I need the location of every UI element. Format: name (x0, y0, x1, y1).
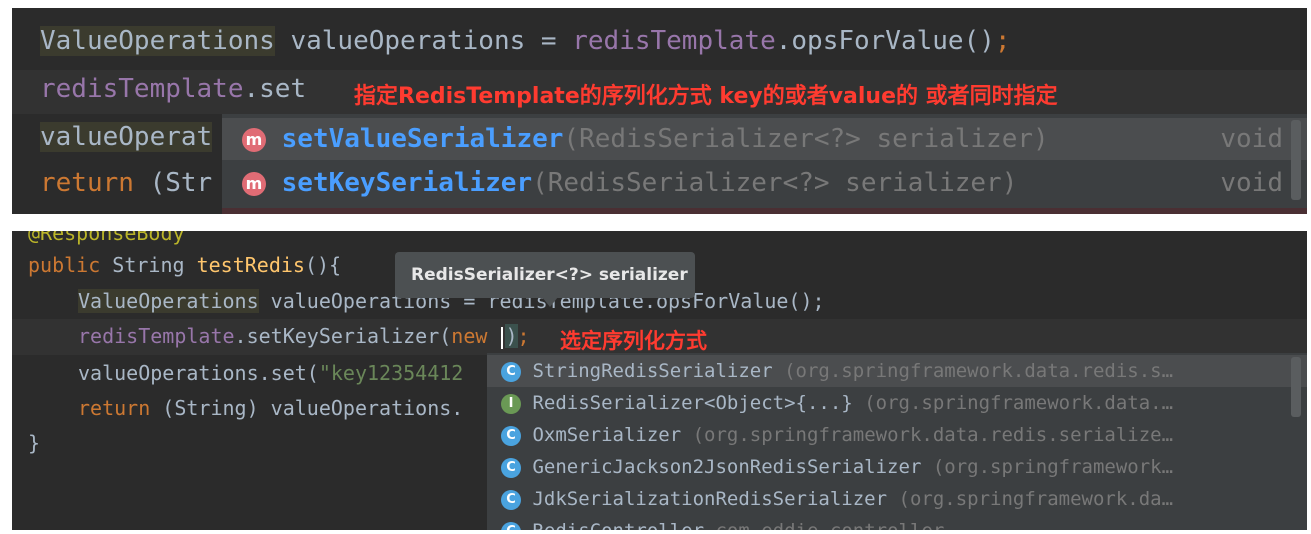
text-caret (501, 326, 504, 349)
method-icon: m (242, 127, 266, 152)
annotation-text-top: 指定RedisTemplate的序列化方式 key的或者value的 或者同时指… (354, 84, 1058, 109)
completion-item[interactable]: C RedisController com.eddie.controller (487, 515, 1307, 530)
completion-item-partial (222, 208, 1307, 214)
code-line-value-set[interactable]: valueOperations.set("key12354412 (78, 361, 463, 385)
class-icon: C (501, 489, 521, 510)
code-line-redis-template-set[interactable]: redisTemplate.set (40, 74, 306, 104)
completion-popup-top: m setValueSerializer(RedisSerializer<?> … (222, 114, 1307, 214)
code-line-method-signature[interactable]: public String testRedis(){ (28, 253, 341, 277)
completion-item[interactable]: I RedisSerializer<Object>{...} (org.spri… (487, 387, 1307, 419)
method-icon: m (242, 171, 266, 196)
class-icon: C (501, 521, 521, 530)
class-icon: C (501, 457, 521, 478)
class-icon: C (501, 425, 521, 446)
parameter-info-tooltip: RedisSerializer<?> serializer (395, 252, 695, 298)
editor-panel-top: ValueOperations valueOperations = redisT… (12, 8, 1307, 214)
completion-item[interactable]: C OxmSerializer (org.springframework.dat… (487, 419, 1307, 451)
completion-scrollbar[interactable] (1291, 120, 1301, 200)
interface-icon: I (501, 393, 521, 414)
type-token: ValueOperations (40, 26, 275, 56)
code-line-annotation: @ResponseBody (28, 231, 185, 245)
completion-item[interactable]: m setValueSerializer(RedisSerializer<?> … (222, 118, 1307, 160)
annotation-text-bottom: 选定序列化方式 (560, 329, 707, 353)
completion-item[interactable]: C JdkSerializationRedisSerializer (org.s… (487, 483, 1307, 515)
code-line-return[interactable]: return (String) valueOperations. (78, 396, 463, 420)
completion-popup-bottom: C StringRedisSerializer (org.springframe… (487, 353, 1307, 530)
completion-item[interactable]: m setKeySerializer(RedisSerializer<?> se… (222, 162, 1307, 204)
code-line-value-operations[interactable]: ValueOperations valueOperations = redisT… (40, 26, 1011, 56)
code-line-close-brace: } (28, 431, 41, 455)
code-line-value-operat[interactable]: valueOperat (40, 122, 213, 152)
completion-item[interactable]: C StringRedisSerializer (org.springframe… (487, 355, 1307, 387)
class-icon: C (501, 361, 521, 382)
completion-item[interactable]: C GenericJackson2JsonRedisSerializer (or… (487, 451, 1307, 483)
tooltip-arrow (542, 297, 558, 307)
editor-panel-bottom: @ResponseBody public String testRedis(){… (12, 231, 1307, 530)
completion-scrollbar[interactable] (1291, 357, 1301, 417)
code-line-return[interactable]: return (Str (40, 168, 212, 198)
code-line-set-key-serializer[interactable]: redisTemplate.setKeySerializer(new ); (78, 324, 530, 349)
